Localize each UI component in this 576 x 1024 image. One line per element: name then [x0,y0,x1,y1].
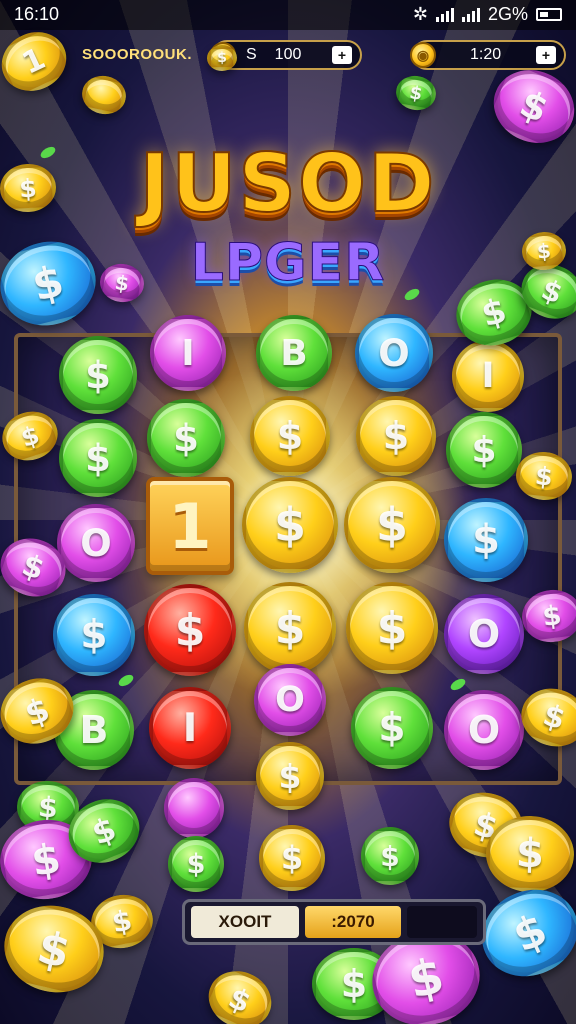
signal-icon-2 [461,7,480,22]
flying-coin-gold: $ [0,162,58,214]
number-tile[interactable]: 1 [146,477,234,575]
add-coins-button[interactable]: + [332,46,352,64]
status-indicators: ✲ 2G% [413,4,562,25]
board-coin-pink[interactable]: O [57,504,135,582]
timer-value: 1:20 [470,46,502,63]
board-coin-gold[interactable]: $ [344,477,440,573]
score-label: XOOIT [191,906,299,938]
board-coin-green[interactable]: $ [59,336,137,414]
flying-coin-gold: $ [484,814,576,894]
board-coin-gold[interactable]: $ [250,396,330,476]
flying-coin-gold [78,71,130,119]
flying-coin-pink: $ [97,261,147,305]
board-coin-red[interactable]: I [149,687,231,769]
notification-icon: ✲ [412,4,428,24]
status-bar: 16:10 ✲ 2G% [0,0,576,30]
board-coin-gold[interactable]: $ [346,582,438,674]
board-coin-green[interactable]: $ [59,419,137,497]
battery-icon [536,8,562,21]
flying-coin-gold: 1 [0,21,76,102]
board-coin-gold[interactable]: $ [256,742,324,810]
score-value: :2070 [305,906,401,938]
board-coin-gold[interactable]: $ [259,825,325,891]
board-coin-purple[interactable]: O [444,594,524,674]
flying-coin-blue: $ [0,231,105,336]
board-coin-green[interactable]: B [256,315,332,391]
status-time: 16:10 [14,4,60,24]
timer-counter: ◉ 1:20 + [410,40,566,70]
board-coin-green[interactable]: $ [351,687,433,769]
score-panel: XOOIT :2070 [182,899,486,945]
network-label: 2G% [487,4,528,24]
flying-coin-gold: $ [199,961,281,1024]
board-coin-pink[interactable]: O [444,690,524,770]
board-coin-gold[interactable]: $ [356,396,436,476]
player-name: SOOOROOUK. [82,46,193,63]
leaf-decoration [38,144,58,161]
flying-coin-pink: $ [482,57,576,156]
board-coin-blue[interactable]: $ [53,594,135,676]
board-coin-green[interactable]: $ [168,836,224,892]
board-coin-blue[interactable]: O [355,314,433,392]
add-time-button[interactable]: + [536,46,556,64]
coin-icon-timer: ◉ [410,42,436,68]
board-coin-pink[interactable] [164,778,224,838]
board-coin-green[interactable]: $ [361,827,419,885]
board-coin-green[interactable]: $ [147,399,225,477]
board-coin-red[interactable]: $ [144,584,236,676]
board-coin-pink[interactable]: O [254,664,326,736]
board-coin-gold[interactable]: I [452,340,524,412]
score-slot [407,906,477,938]
board-coin-pink[interactable]: I [150,315,226,391]
coin-count: 100 [274,46,302,63]
board-coin-gold[interactable]: $ [242,477,338,573]
game-logo-title: JUSOD [139,137,437,231]
board-coin-green[interactable]: $ [446,412,522,488]
coin-symbol: S [246,46,257,63]
board-coin-gold[interactable]: $ [244,582,336,674]
game-logo-subtitle: LPGER [190,233,386,294]
board-coin-blue[interactable]: $ [444,498,528,582]
flying-coin-green: $ [393,72,439,114]
signal-icon [435,7,454,22]
